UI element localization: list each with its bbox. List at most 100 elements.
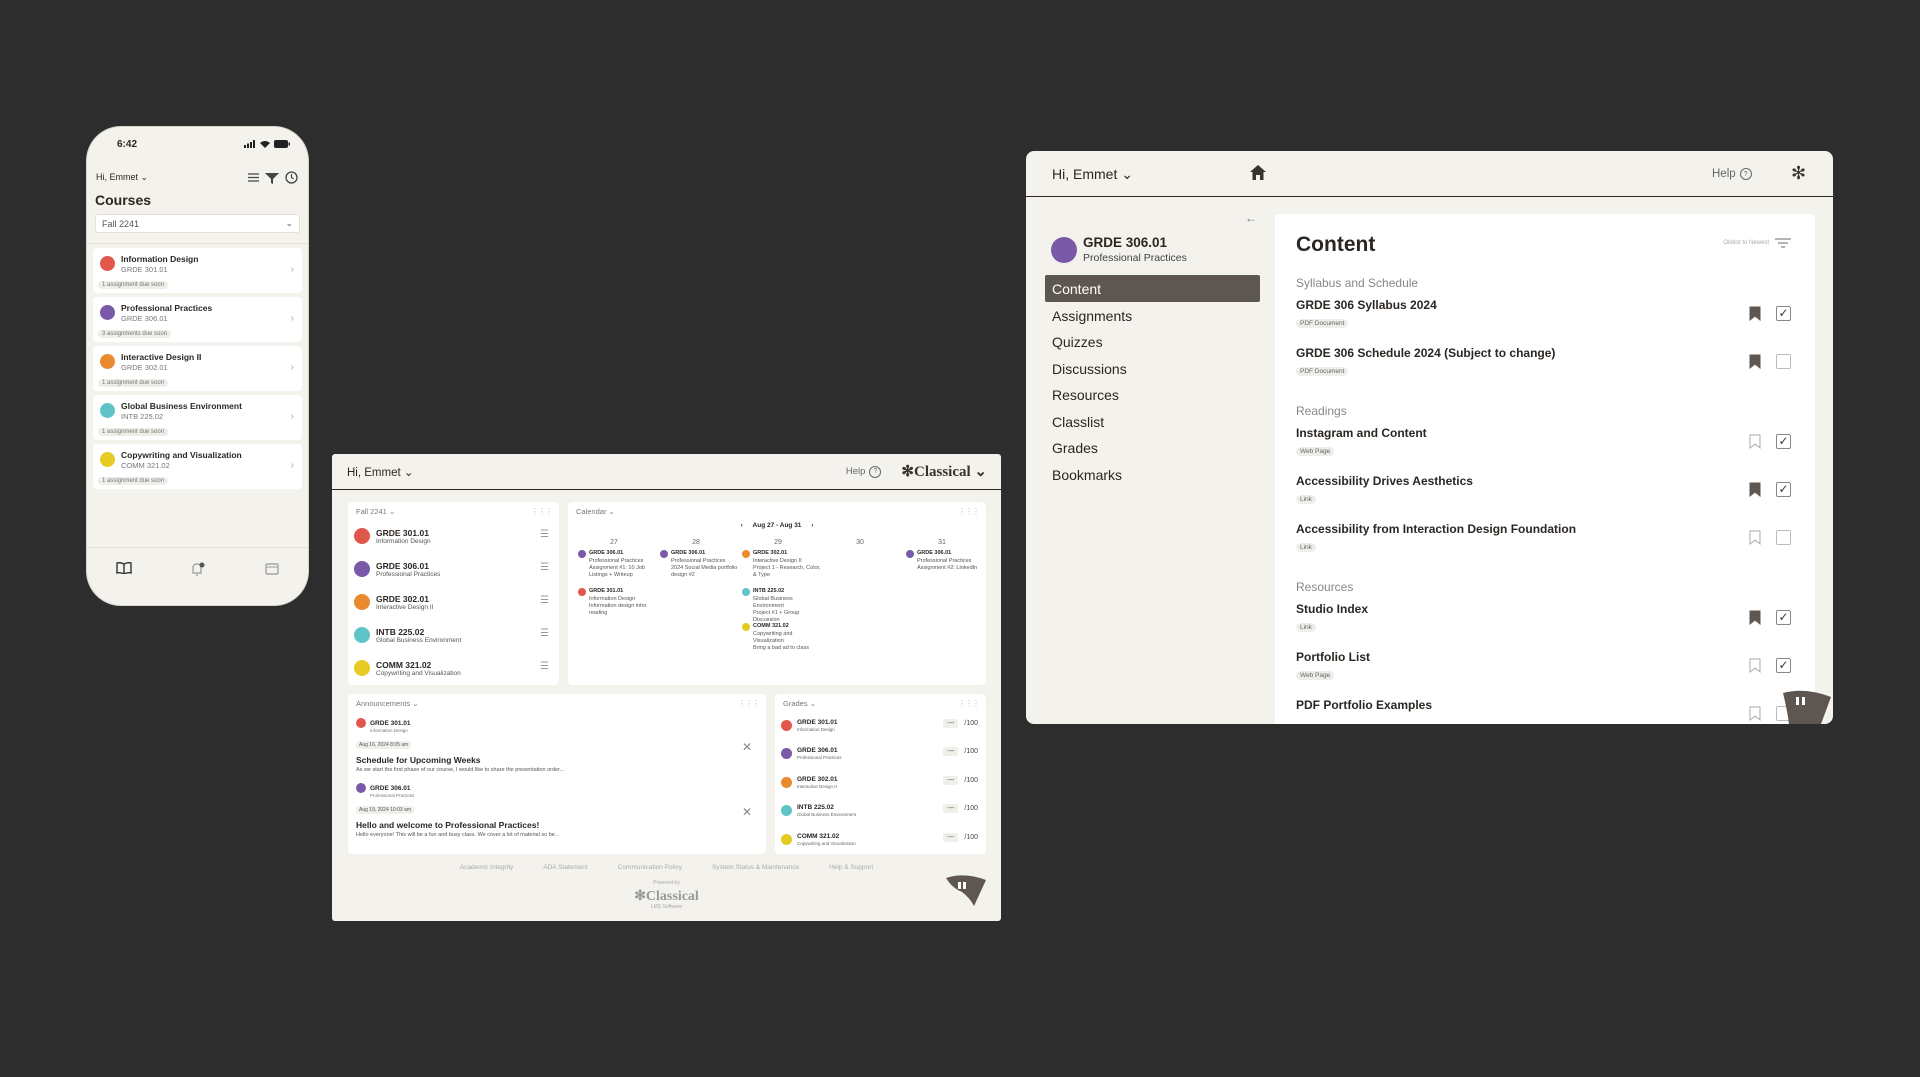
nav-item-bookmarks[interactable]: Bookmarks — [1045, 461, 1260, 488]
complete-checkbox[interactable]: ✓ — [1776, 610, 1791, 625]
complete-checkbox[interactable]: ✓ — [1776, 482, 1791, 497]
help-link[interactable]: Help? — [846, 465, 882, 478]
complete-checkbox[interactable]: ✓ — [1776, 434, 1791, 449]
content-item[interactable]: PDF Portfolio Examples — [1296, 698, 1795, 724]
term-select[interactable]: Fall 2241 ⌄ — [356, 507, 395, 516]
footer-link[interactable]: ADA Statement — [543, 864, 587, 871]
grade-row[interactable]: GRDE 301.01 Information Design ---/100 — [781, 716, 978, 738]
course-card[interactable]: Information Design GRDE 301.01 1 assignmen… — [93, 248, 302, 293]
course-card[interactable]: Professional Practices GRDE 306.01 3 assig… — [93, 297, 302, 342]
sort-control[interactable]: Oldest to Newest — [1723, 238, 1791, 248]
nav-item-resources[interactable]: Resources — [1045, 381, 1260, 408]
menu-icon[interactable]: ☰ — [540, 595, 549, 606]
grade-row[interactable]: COMM 321.02 Copywriting and Visualization… — [781, 830, 978, 852]
bookmark-outline-icon[interactable] — [1749, 530, 1761, 545]
collapse-sidebar-icon[interactable]: ← — [1245, 211, 1257, 225]
calendar-event[interactable]: GRDE 301.01 Information Design Information… — [578, 588, 658, 617]
course-card[interactable]: Interactive Design II GRDE 302.01 1 assign… — [93, 346, 302, 391]
footer-link[interactable]: Communication Policy — [618, 864, 682, 871]
menu-icon[interactable]: ☰ — [540, 628, 549, 639]
grade-row[interactable]: INTB 225.02 Global Business Environment --… — [781, 801, 978, 823]
course-row[interactable]: GRDE 302.01 Interactive Design II ☰ — [354, 588, 553, 615]
section-title: Syllabus and Schedule — [1296, 276, 1419, 290]
nav-item-content[interactable]: Content — [1045, 275, 1260, 302]
term-select[interactable]: Fall 2241 ⌄ — [95, 214, 300, 233]
grade-row[interactable]: GRDE 306.01 Professional Practices ---/100 — [781, 744, 978, 766]
nav-item-assignments[interactable]: Assignments — [1045, 302, 1260, 329]
announcement-item[interactable]: GRDE 306.01 Professional Practices Aug 1… — [356, 783, 758, 838]
drag-handle-icon[interactable]: ⋮⋮⋮ — [958, 507, 980, 516]
course-row[interactable]: INTB 225.02 Global Business Environment ☰ — [354, 621, 553, 648]
menu-icon[interactable]: ☰ — [540, 562, 549, 573]
next-week-button[interactable]: › — [811, 522, 813, 529]
nav-item-grades[interactable]: Grades — [1045, 434, 1260, 461]
calendar-day: 31 — [938, 539, 946, 546]
menu-icon[interactable]: ☰ — [540, 661, 549, 672]
clock-icon[interactable] — [285, 171, 298, 184]
footer-link[interactable]: System Status & Maintenance — [712, 864, 799, 871]
bell-icon[interactable] — [190, 562, 206, 576]
course-row[interactable]: COMM 321.02 Copywriting and Visualization… — [354, 654, 553, 681]
announcement-item[interactable]: GRDE 301.01 Information Design Aug 16, 2… — [356, 718, 758, 773]
announcements-title[interactable]: Announcements ⌄ — [356, 699, 419, 708]
nav-item-discussions[interactable]: Discussions — [1045, 355, 1260, 382]
calendar-event[interactable]: GRDE 302.01 Interactive Design II Project … — [742, 550, 822, 579]
course-color-dot — [100, 256, 115, 271]
footer-link[interactable]: Help & Support — [829, 864, 873, 871]
content-item[interactable]: GRDE 306 Syllabus 2024 PDF Document ✓ — [1296, 298, 1795, 338]
home-icon[interactable] — [1249, 164, 1267, 181]
book-icon[interactable] — [116, 562, 132, 574]
prev-week-button[interactable]: ‹ — [741, 522, 743, 529]
bookmark-icon[interactable] — [1749, 354, 1761, 369]
bookmark-outline-icon[interactable] — [1749, 706, 1761, 721]
filter-icon[interactable] — [265, 172, 279, 184]
calendar-event[interactable]: GRDE 306.01 Professional Practices Assignm… — [906, 550, 986, 572]
greeting-menu[interactable]: Hi, Emmet ⌄ — [347, 465, 414, 479]
content-item[interactable]: GRDE 306 Schedule 2024 (Subject to chang… — [1296, 346, 1795, 386]
course-card[interactable]: Global Business Environment INTB 225.02 1 … — [93, 395, 302, 440]
list-icon[interactable] — [248, 173, 259, 182]
course-color-dot — [100, 354, 115, 369]
content-item[interactable]: Instagram and Content Web Page ✓ — [1296, 426, 1795, 466]
bookmark-icon[interactable] — [1749, 482, 1761, 497]
menu-icon[interactable]: ☰ — [540, 529, 549, 540]
drag-handle-icon[interactable]: ⋮⋮⋮ — [958, 699, 980, 708]
bookmark-outline-icon[interactable] — [1749, 658, 1761, 673]
complete-checkbox[interactable] — [1776, 530, 1791, 545]
bookmark-icon[interactable] — [1749, 306, 1761, 321]
calendar-event[interactable]: COMM 321.02 Copywriting and Visualization… — [742, 623, 822, 652]
bookmark-outline-icon[interactable] — [1749, 434, 1761, 449]
content-item[interactable]: Accessibility from Interaction Design Fo… — [1296, 522, 1795, 562]
greeting-menu[interactable]: Hi, Emmet ⌄ — [1052, 166, 1133, 183]
bookmark-icon[interactable] — [1749, 610, 1761, 625]
help-link[interactable]: Help? — [1712, 168, 1752, 180]
mascot-icon[interactable] — [944, 872, 988, 908]
grade-row[interactable]: GRDE 302.01 Interactive Design II ---/100 — [781, 773, 978, 795]
calendar-event[interactable]: GRDE 306.01 Professional Practices Assignm… — [578, 550, 658, 579]
content-item[interactable]: Accessibility Drives Aesthetics Link ✓ — [1296, 474, 1795, 514]
grades-title[interactable]: Grades ⌄ — [783, 699, 816, 708]
course-card[interactable]: Copywriting and Visualization COMM 321.02… — [93, 444, 302, 489]
logo-icon[interactable]: ✻ — [1791, 163, 1806, 184]
course-row[interactable]: GRDE 301.01 Information Design ☰ — [354, 522, 553, 549]
nav-item-classlist[interactable]: Classlist — [1045, 408, 1260, 435]
calendar-event[interactable]: GRDE 306.01 Professional Practices 2024 So… — [660, 550, 740, 579]
close-icon[interactable]: ✕ — [742, 740, 752, 754]
calendar-title[interactable]: Calendar ⌄ — [576, 507, 615, 516]
calendar-icon[interactable] — [265, 562, 279, 575]
course-row[interactable]: GRDE 306.01 Professional Practices ☰ — [354, 555, 553, 582]
content-item[interactable]: Studio Index Link ✓ — [1296, 602, 1795, 642]
content-item[interactable]: Portfolio List Web Page ✓ — [1296, 650, 1795, 690]
close-icon[interactable]: ✕ — [742, 805, 752, 819]
drag-handle-icon[interactable]: ⋮⋮⋮ — [531, 507, 553, 516]
logo-menu[interactable]: ✻Classical ⌄ — [901, 462, 987, 481]
footer-link[interactable]: Academic Integrity — [460, 864, 513, 871]
calendar-event[interactable]: INTB 225.02 Global Business Environment Pr… — [742, 588, 822, 625]
nav-item-quizzes[interactable]: Quizzes — [1045, 328, 1260, 355]
drag-handle-icon[interactable]: ⋮⋮⋮ — [738, 699, 760, 708]
complete-checkbox[interactable]: ✓ — [1776, 306, 1791, 321]
complete-checkbox[interactable]: ✓ — [1776, 658, 1791, 673]
complete-checkbox[interactable] — [1776, 354, 1791, 369]
greeting-menu[interactable]: Hi, Emmet ⌄ — [96, 172, 148, 183]
mascot-icon[interactable] — [1781, 689, 1833, 724]
